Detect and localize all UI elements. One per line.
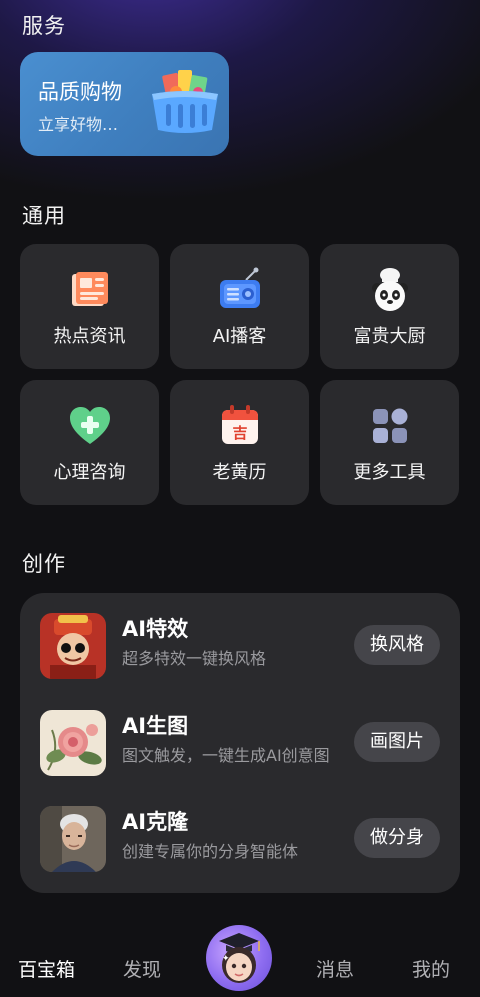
row-title: AI生图 [122,714,189,738]
assistant-avatar-button[interactable]: ✦ [206,925,272,991]
tile-label: 富贵大厨 [353,326,426,347]
newspaper-icon [71,272,108,306]
ai-effects-thumbnail [40,613,106,679]
create-row-ai-clone[interactable]: AI克隆 创建专属你的分身智能体 做分身 [20,806,460,886]
nav-item-messages[interactable]: 消息 [316,955,354,982]
draw-image-button[interactable]: 画图片 [354,722,440,762]
row-title: AI特效 [122,617,189,641]
make-clone-button[interactable]: 做分身 [354,818,440,858]
assistant-avatar: ✦ [219,933,260,983]
change-style-button[interactable]: 换风格 [354,625,440,665]
heart-plus-icon [69,407,110,444]
tile-hot-news[interactable]: 热点资讯 [20,244,159,369]
shopping-basket-icon [152,70,218,133]
creation-card: AI特效 超多特效一键换风格 换风格 AI生图 图文触发，一键生成AI创意图 画… [20,593,460,893]
calendar-icon: 吉 [221,405,258,444]
ai-clone-thumbnail [40,806,106,872]
tile-more-tools[interactable]: 更多工具 [320,380,459,505]
tile-almanac[interactable]: 吉 老黄历 [170,380,309,505]
nav-item-discover[interactable]: 发现 [123,955,161,982]
tile-ai-podcast[interactable]: AI播客 [170,244,309,369]
row-description: 超多特效一键换风格 [122,649,267,668]
shop-subtitle: 立享好物… [38,115,119,134]
tile-label: 更多工具 [353,462,426,483]
ai-image-thumbnail [40,710,106,776]
radio-icon [219,267,260,308]
section-title-general: 通用 [22,204,66,228]
section-title-service: 服务 [22,14,66,38]
tile-label: 老黄历 [212,462,267,483]
nav-item-mine[interactable]: 我的 [412,955,450,982]
grid-apps-icon [372,408,407,443]
nav-item-treasure-box[interactable]: 百宝箱 [18,955,75,982]
bottom-nav: 百宝箱 发现 ✦ 消息 我的 [0,925,480,997]
tile-label: 心理咨询 [53,462,126,483]
panda-chef-icon [371,268,408,311]
row-description: 图文触发，一键生成AI创意图 [122,746,330,765]
create-row-ai-effects[interactable]: AI特效 超多特效一键换风格 换风格 [20,613,460,693]
tile-psych-consult[interactable]: 心理咨询 [20,380,159,505]
tile-rich-chef[interactable]: 富贵大厨 [320,244,459,369]
shop-title: 品质购物 [38,80,122,104]
svg-text:✦: ✦ [222,954,230,964]
tile-label: 热点资讯 [53,326,126,347]
svg-text:吉: 吉 [232,424,247,442]
shop-card[interactable]: 品质购物 立享好物… [20,52,229,156]
create-row-ai-image[interactable]: AI生图 图文触发，一键生成AI创意图 画图片 [20,710,460,790]
section-title-creation: 创作 [22,552,66,576]
row-description: 创建专属你的分身智能体 [122,842,299,861]
tile-label: AI播客 [212,326,267,347]
row-title: AI克隆 [122,810,189,834]
